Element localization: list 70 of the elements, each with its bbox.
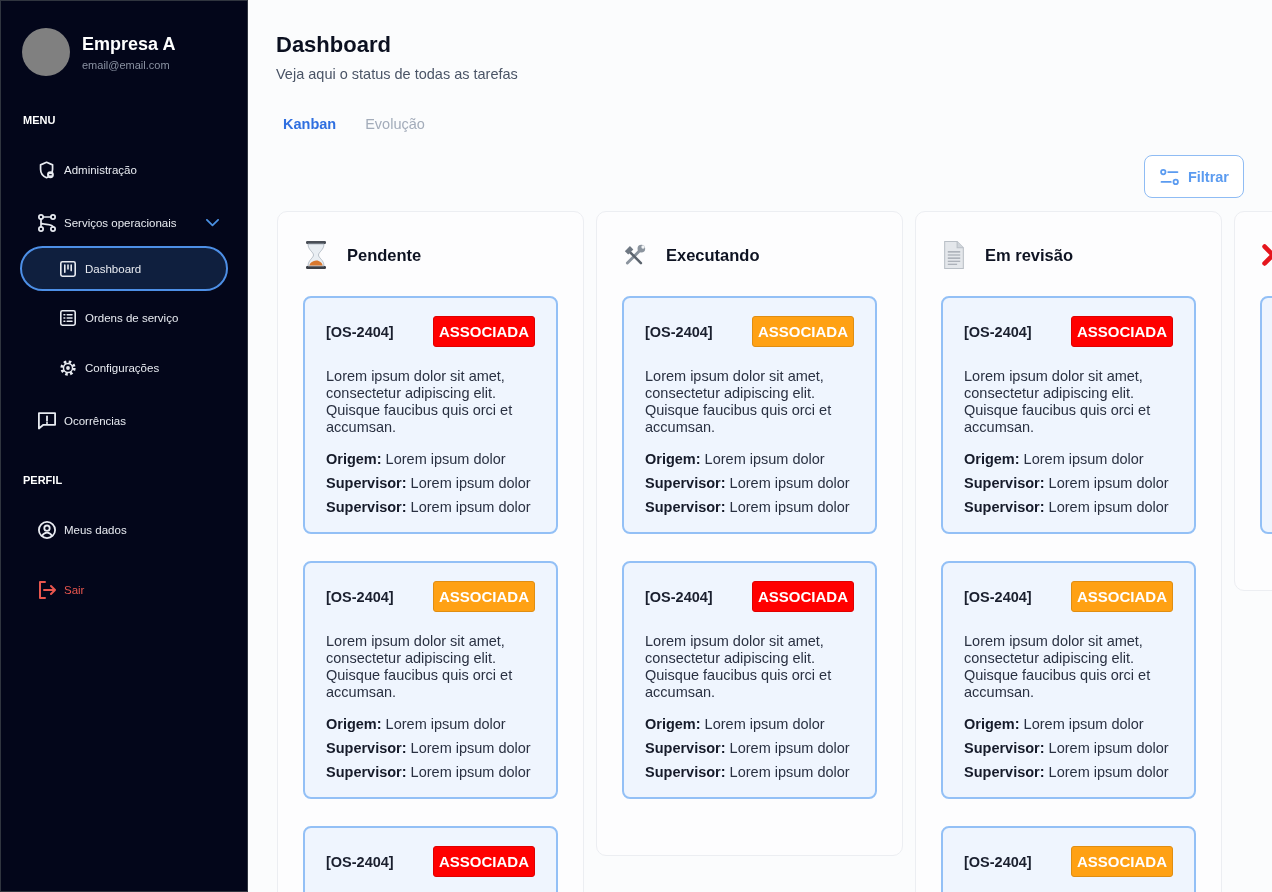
email-text: email@email.com [82,58,171,72]
section-label: MENU [22,113,57,127]
company-name: Empresa A [82,33,176,56]
nav-item[interactable]: Dashboard [20,246,228,291]
card-description: Lorem ipsum dolor sit amet, consectetur adipiscing elit. Quisque faucibus quis orci et accumsan. [326,368,514,436]
card-field: Supervisor: Lorem ipsum dolor [964,736,1173,760]
order-id: [OS-2404] [964,323,1032,340]
column-title: Executando [666,245,760,265]
card-field: Origem: Lorem ipsum dolor [964,447,1173,471]
nav-item[interactable]: Serviços operacionais [20,200,228,245]
status-badge: ASSOCIADA [752,581,854,612]
card-field: Supervisor: Lorem ipsum dolor [326,736,535,760]
order-id: [OS-2404] [326,323,394,340]
order-id: [OS-2404] [326,588,394,605]
card-field: Origem: Lorem ipsum dolor [964,712,1173,736]
page-subtitle: Veja aqui o status de todas as tarefas [276,65,519,84]
card-field: Supervisor: Lorem ipsum dolor [645,760,854,784]
avatar-icon [22,28,70,76]
order-id: [OS-2404] [645,323,713,340]
card-description: Lorem ipsum dolor sit amet, consectetur adipiscing elit. Quisque faucibus quis orci et accumsan. [645,368,833,436]
gear-icon [60,359,76,376]
sliders-icon [1159,168,1179,185]
nav-item[interactable]: Ordens de serviço [20,295,228,341]
tab[interactable]: Kanban [276,108,344,140]
card-field: Origem: Lorem ipsum dolor [326,712,535,736]
page-title: Dashboard [276,31,392,59]
card-field: Supervisor: Lorem ipsum dolor [326,471,535,495]
nav-item[interactable]: Sair [20,567,228,612]
status-badge: ASSOCIADA [1071,581,1173,612]
card-field: Supervisor: Lorem ipsum dolor [645,736,854,760]
nav-item[interactable]: Administração [20,147,228,192]
card-field: Supervisor: Lorem ipsum dolor [964,760,1173,784]
hourglass-icon [305,241,327,269]
nav-item[interactable]: Configurações [20,345,228,390]
order-id: [OS-2404] [645,588,713,605]
document-icon [943,241,965,269]
column-title: Em revisão [985,245,1074,265]
status-badge: ASSOCIADA [433,581,535,612]
card-field: Origem: Lorem ipsum dolor [326,447,535,471]
order-id: [OS-2404] [326,853,394,870]
order-id: [OS-2404] [964,588,1032,605]
card-field: Supervisor: Lorem ipsum dolor [964,471,1173,495]
status-badge: ASSOCIADA [752,316,854,347]
card-field: Supervisor: Lorem ipsum dolor [326,495,535,519]
section-label: PERFIL [22,473,64,487]
order-id: [OS-2404] [964,853,1032,870]
exit-arrow-icon [38,580,56,599]
card-description: Lorem ipsum dolor sit amet, consectetur adipiscing elit. Quisque faucibus quis orci et accumsan. [964,368,1152,436]
column-title: Pendente [347,245,422,265]
card-field: Supervisor: Lorem ipsum dolor [645,471,854,495]
card-field: Supervisor: Lorem ipsum dolor [326,760,535,784]
nav-item[interactable]: Meus dados [20,507,228,552]
card-field: Origem: Lorem ipsum dolor [645,447,854,471]
list-icon [60,310,76,326]
status-badge: ASSOCIADA [1071,316,1173,347]
user-icon [38,520,56,539]
shield-icon [38,160,56,179]
speech-bubble-icon [38,411,56,430]
card-field: Supervisor: Lorem ipsum dolor [964,495,1173,519]
nav-item[interactable]: Ocorrências [20,398,228,443]
card-field: Supervisor: Lorem ipsum dolor [645,495,854,519]
card-description: Lorem ipsum dolor sit amet, consectetur adipiscing elit. Quisque faucibus quis orci et accumsan. [326,633,514,701]
status-badge: ASSOCIADA [433,846,535,877]
board-icon [60,260,76,277]
card-field: Origem: Lorem ipsum dolor [645,712,854,736]
nodes-icon [38,213,56,232]
status-badge: ASSOCIADA [433,316,535,347]
status-badge: ASSOCIADA [1071,846,1173,877]
card-description: Lorem ipsum dolor sit amet, consectetur adipiscing elit. Quisque faucibus quis orci et accumsan. [645,633,833,701]
card-description: Lorem ipsum dolor sit amet, consectetur adipiscing elit. Quisque faucibus quis orci et accumsan. [964,633,1152,701]
